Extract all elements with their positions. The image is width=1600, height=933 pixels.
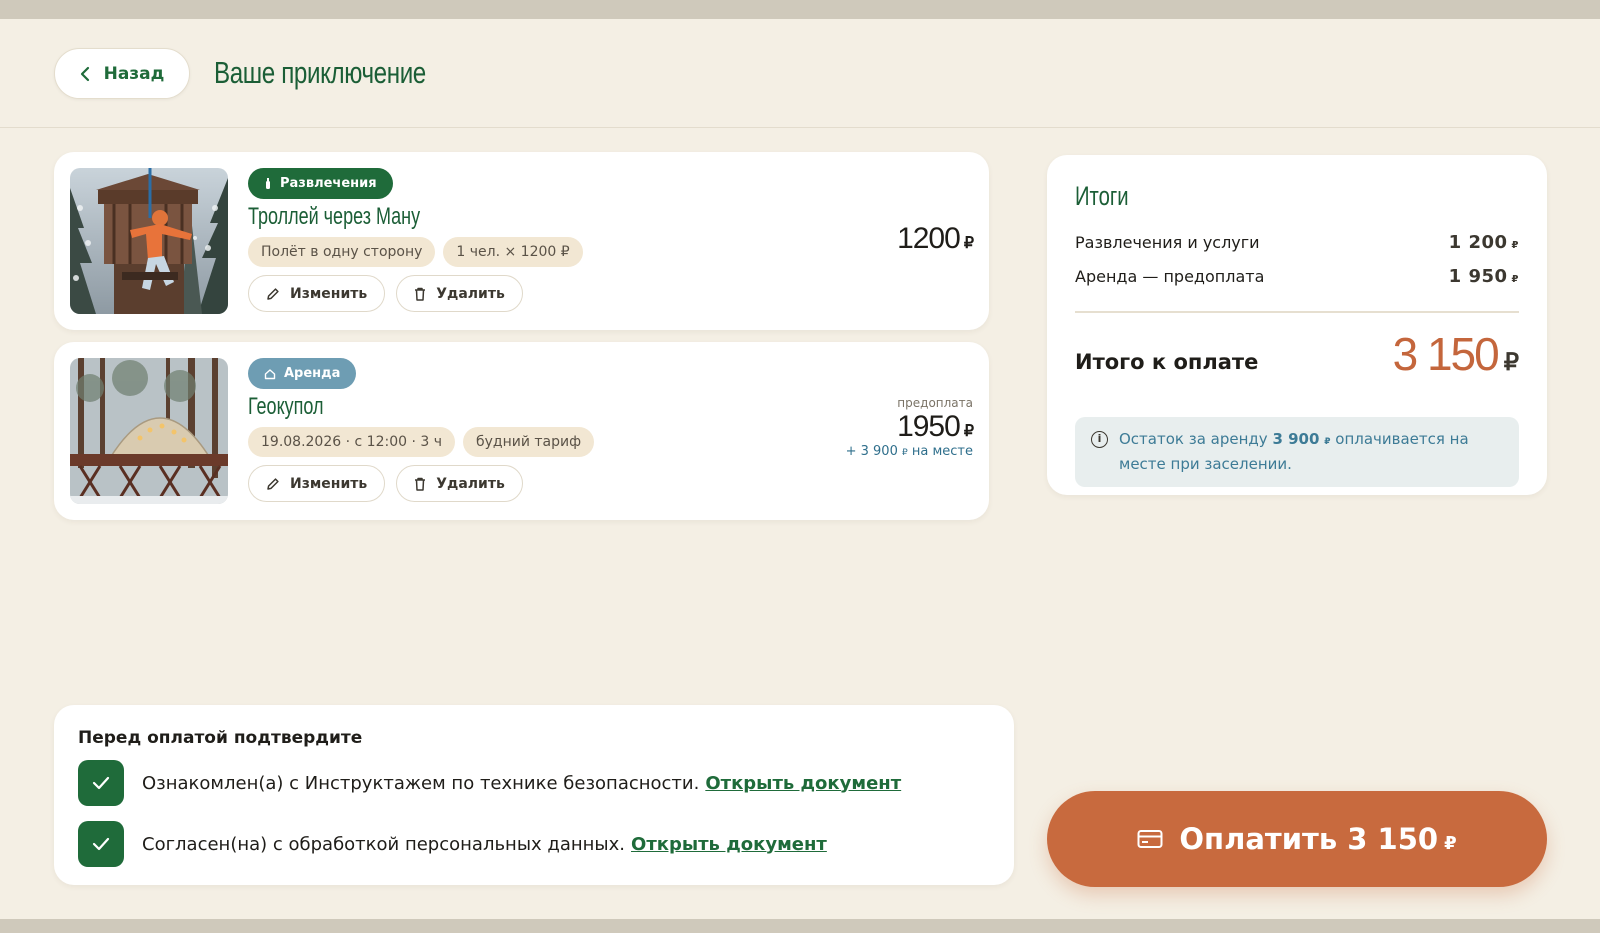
item-title: Геокупол [248, 393, 324, 420]
open-document-link[interactable]: Открыть документ [631, 834, 827, 855]
currency-sign: ₽ [963, 235, 974, 252]
tag-direction: Полёт в одну сторону [248, 237, 436, 267]
house-icon [264, 368, 276, 379]
note-prefix: Остаток за аренду [1119, 430, 1268, 448]
currency-sign: ₽ [1444, 833, 1457, 854]
row-label: Аренда — предоплата [1075, 267, 1265, 286]
info-icon: i [1091, 431, 1108, 448]
check-icon [92, 837, 110, 851]
edit-label: Изменить [290, 475, 368, 492]
total-value: 3 150 ₽ [1393, 327, 1519, 381]
currency-sign: ₽ [1511, 240, 1519, 251]
row-value: 1 950 [1448, 266, 1508, 287]
item-tags: 19.08.2026 · с 12:00 · 3 ч будний тариф [248, 427, 595, 457]
item-title: Троллей через Ману [248, 203, 421, 230]
consent-text: Согласен(на) с обработкой персональных д… [142, 833, 626, 855]
item-actions: Изменить Удалить [248, 465, 594, 502]
remainder-note: i Остаток за аренду 3 900 ₽ оплачивается… [1075, 417, 1519, 487]
currency-sign: ₽ [1503, 349, 1519, 376]
badge-label: Развлечения [280, 176, 377, 191]
cart-item-trolley: Развлечения Троллей через Ману Полёт в о… [54, 152, 989, 330]
consent-safety: Ознакомлен(а) с Инструктажем по технике … [78, 760, 901, 806]
total-amount: 3 150 [1392, 328, 1500, 380]
category-badge-entertainment: Развлечения [248, 168, 393, 199]
item-price: 1200 ₽ [897, 222, 974, 256]
consent-text: Ознакомлен(а) с Инструктажем по технике … [142, 772, 700, 794]
safety-checkbox[interactable] [78, 760, 124, 806]
category-badge-rent: Аренда [248, 358, 357, 389]
onsite-label: на месте [911, 444, 973, 459]
consent-personal-data: Согласен(на) с обработкой персональных д… [78, 821, 827, 867]
item-details: Аренда Геокупол 19.08.2026 · с 12:00 · 3… [248, 358, 595, 502]
currency-sign: ₽ [963, 423, 974, 440]
summary-title: Итоги [1075, 181, 1129, 211]
total-label: Итого к оплате [1075, 350, 1259, 374]
summary-row-entertainment: Развлечения и услуги 1 200 ₽ [1075, 232, 1519, 253]
back-button[interactable]: Назад [54, 48, 190, 99]
chevron-left-icon [80, 66, 89, 81]
bottle-icon [266, 177, 270, 189]
delete-button[interactable]: Удалить [396, 465, 523, 502]
prepayment-caption: предоплата [897, 396, 973, 410]
open-document-link[interactable]: Открыть документ [705, 773, 901, 794]
confirmation-title: Перед оплатой подтвердите [78, 728, 363, 748]
pay-button[interactable]: Оплатить 3 150 ₽ [1047, 791, 1547, 887]
item-details: Развлечения Троллей через Ману Полёт в о… [248, 168, 583, 312]
delete-label: Удалить [436, 475, 505, 492]
edit-button[interactable]: Изменить [248, 275, 386, 312]
cart-item-geodome: Аренда Геокупол 19.08.2026 · с 12:00 · 3… [54, 342, 989, 520]
credit-card-icon [1137, 830, 1163, 848]
summary-row-rent: Аренда — предоплата 1 950 ₽ [1075, 266, 1519, 287]
app-window: Назад Ваше приключение Развлечения Тролл… [0, 19, 1600, 919]
delete-button[interactable]: Удалить [396, 275, 523, 312]
tag-quantity: 1 чел. × 1200 ₽ [443, 237, 583, 267]
row-label: Развлечения и услуги [1075, 233, 1260, 252]
item-photo-geodome [70, 358, 228, 504]
trash-icon [415, 287, 426, 301]
row-value: 1 200 [1448, 232, 1508, 253]
onsite-amount: + 3 900 [845, 444, 898, 459]
pencil-icon [267, 287, 279, 300]
back-label: Назад [103, 63, 165, 84]
badge-label: Аренда [284, 366, 341, 381]
page-title: Ваше приключение [214, 55, 426, 90]
currency-sign: ₽ [1324, 437, 1331, 447]
edit-button[interactable]: Изменить [248, 465, 386, 502]
confirmation-panel: Перед оплатой подтвердите Ознакомлен(а) … [54, 705, 1014, 885]
currency-sign: ₽ [1511, 274, 1519, 285]
trash-icon [415, 477, 426, 491]
delete-label: Удалить [436, 285, 505, 302]
personal-data-checkbox[interactable] [78, 821, 124, 867]
item-photo-zipline [70, 168, 228, 314]
currency-sign: ₽ [902, 448, 908, 458]
item-price: предоплата 1950 ₽ + 3 900 ₽ на месте [846, 396, 974, 459]
price-value: 1200 [897, 222, 961, 255]
edit-label: Изменить [290, 285, 368, 302]
note-amount: 3 900 [1272, 430, 1320, 448]
item-actions: Изменить Удалить [248, 275, 583, 312]
onsite-remainder: + 3 900 ₽ на месте [846, 444, 973, 459]
header: Назад Ваше приключение [0, 19, 1600, 128]
summary-divider [1075, 311, 1519, 313]
check-icon [92, 776, 110, 790]
tag-datetime: 19.08.2026 · с 12:00 · 3 ч [248, 427, 455, 457]
price-value: 1950 [897, 410, 961, 443]
item-tags: Полёт в одну сторону 1 чел. × 1200 ₽ [248, 237, 583, 267]
pay-label: Оплатить 3 150 [1179, 822, 1439, 856]
pencil-icon [267, 477, 279, 490]
tag-tariff: будний тариф [462, 427, 595, 457]
summary-panel: Итоги Развлечения и услуги 1 200 ₽ Аренда… [1047, 155, 1547, 495]
